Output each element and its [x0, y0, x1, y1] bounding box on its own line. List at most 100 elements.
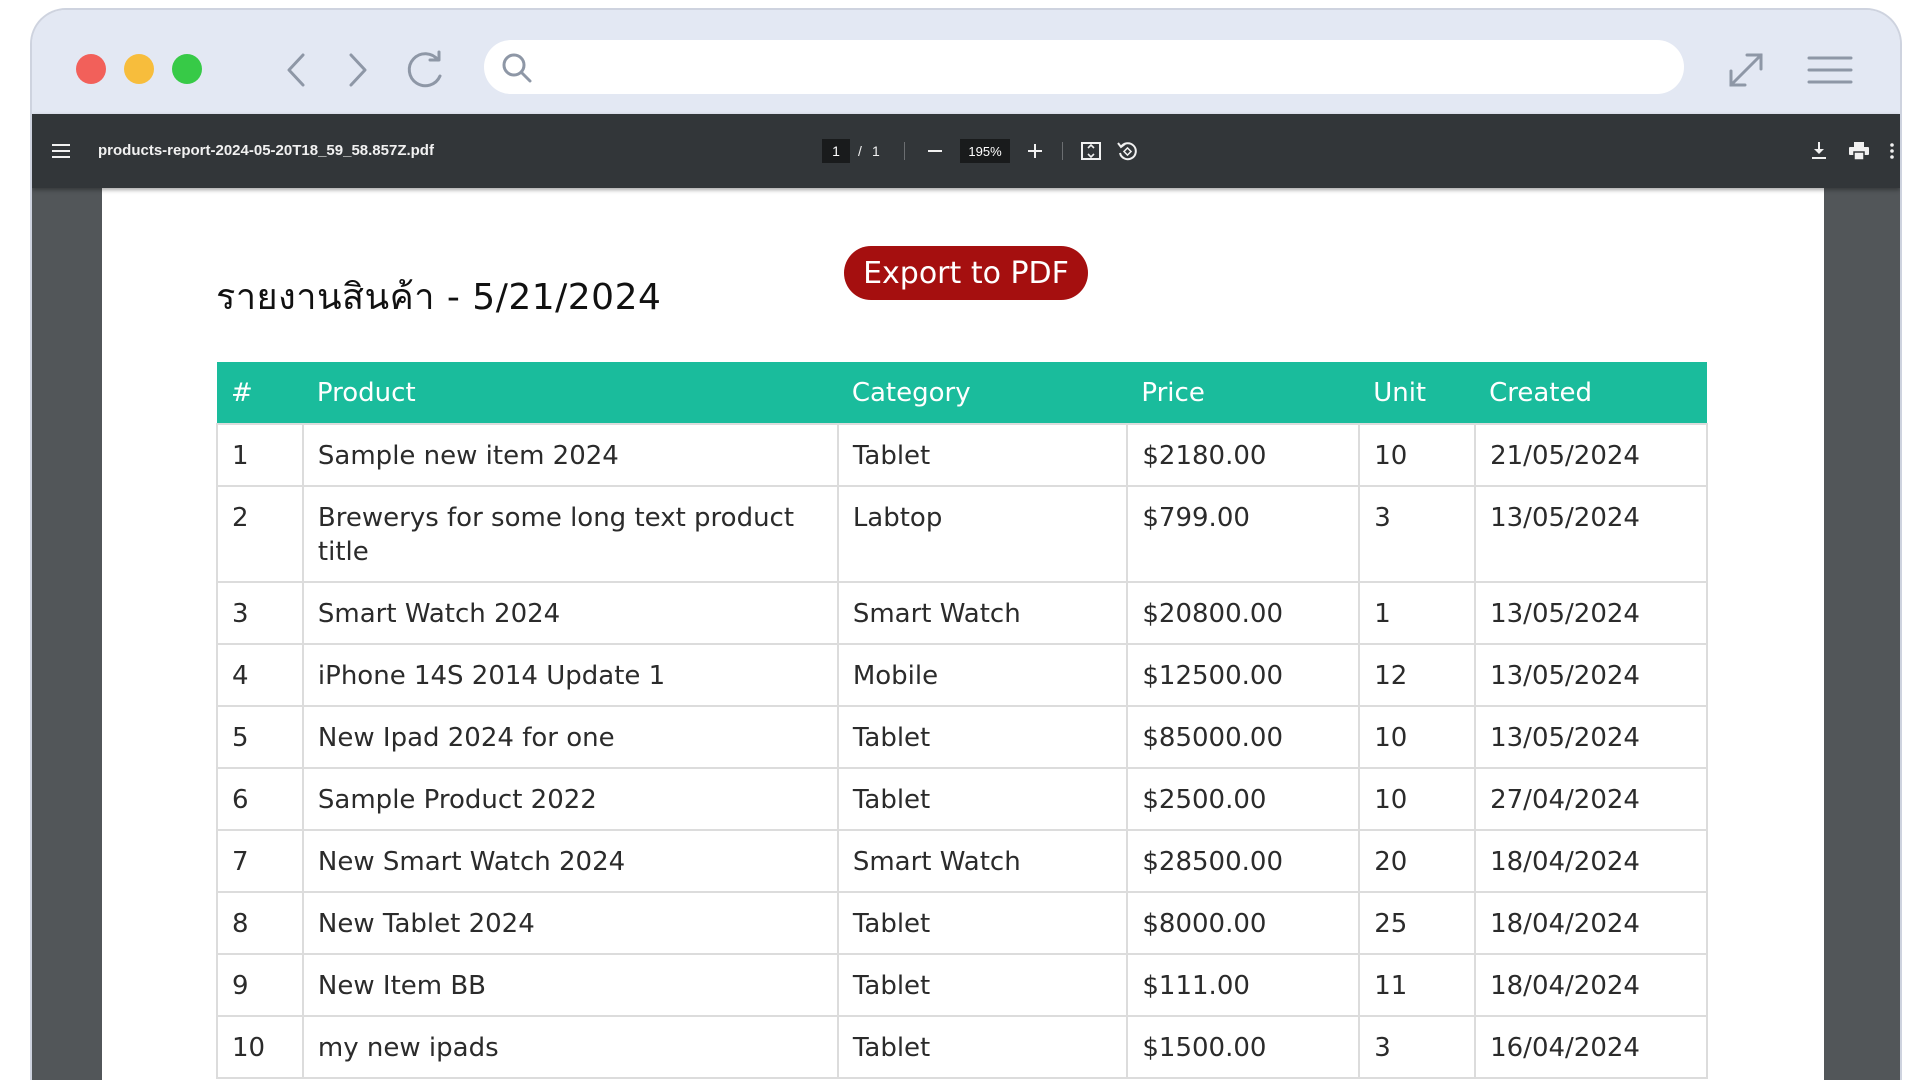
cell-price: $20800.00 — [1126, 581, 1361, 645]
toolbar-divider — [1062, 142, 1063, 160]
cell-unit: 10 — [1358, 705, 1477, 769]
cell-category: Labtop — [836, 485, 1129, 583]
cell-product: Brewerys for some long text product titl… — [301, 485, 839, 583]
cell-unit: 20 — [1358, 829, 1477, 893]
table-header-row: # Product Category Price Unit Created — [217, 362, 1707, 424]
table-row: 8 New Tablet 2024 Tablet $8000.00 25 18/… — [216, 891, 1708, 955]
rotate-icon — [1117, 142, 1137, 161]
zoom-out-button[interactable] — [922, 138, 948, 164]
pdf-viewport[interactable]: รายงานสินค้า - 5/21/2024 Export to PDF #… — [32, 188, 1900, 1080]
cell-category: Tablet — [836, 891, 1129, 955]
reload-button[interactable] — [400, 50, 452, 90]
cell-price: $85000.00 — [1126, 705, 1361, 769]
cell-unit: 11 — [1358, 953, 1477, 1017]
export-to-pdf-button[interactable]: Export to PDF — [844, 246, 1088, 300]
table-row: 9 New Item BB Tablet $111.00 11 18/04/20… — [216, 953, 1708, 1017]
pdf-viewer-toolbar: products-report-2024-05-20T18_59_58.857Z… — [32, 114, 1900, 188]
table-row: 2 Brewerys for some long text product ti… — [216, 485, 1708, 583]
cell-number: 3 — [216, 581, 304, 645]
report-title: รายงานสินค้า - 5/21/2024 — [216, 277, 662, 318]
zoom-level-input[interactable] — [960, 139, 1010, 163]
cell-category: Tablet — [836, 423, 1129, 487]
back-button[interactable] — [276, 50, 316, 90]
cell-price: $799.00 — [1126, 485, 1361, 583]
more-vertical-icon — [1890, 143, 1894, 159]
sidebar-toggle-button[interactable] — [48, 138, 74, 164]
column-header-product: Product — [302, 362, 838, 424]
more-options-button[interactable] — [1882, 138, 1900, 164]
cell-product: Sample new item 2024 — [301, 423, 839, 487]
cell-number: 8 — [216, 891, 304, 955]
cell-number: 6 — [216, 767, 304, 831]
cell-price: $28500.00 — [1126, 829, 1361, 893]
cell-category: Tablet — [836, 705, 1129, 769]
cell-category: Tablet — [836, 1015, 1129, 1079]
expand-button[interactable] — [1722, 46, 1770, 94]
cell-created: 13/05/2024 — [1474, 643, 1708, 707]
cell-unit: 12 — [1358, 643, 1477, 707]
toolbar-divider — [904, 142, 905, 160]
cell-created: 13/05/2024 — [1474, 581, 1708, 645]
download-icon — [1812, 142, 1826, 159]
table-row: 6 Sample Product 2022 Tablet $2500.00 10… — [216, 767, 1708, 831]
cell-product: iPhone 14S 2014 Update 1 — [301, 643, 839, 707]
fit-page-button[interactable] — [1078, 138, 1104, 164]
zoom-in-button[interactable] — [1022, 138, 1048, 164]
cell-product: New Smart Watch 2024 — [301, 829, 839, 893]
cell-number: 4 — [216, 643, 304, 707]
column-header-category: Category — [837, 362, 1128, 424]
cell-product: New Item BB — [301, 953, 839, 1017]
expand-icon — [1729, 53, 1763, 87]
print-icon — [1849, 142, 1869, 160]
cell-product: New Ipad 2024 for one — [301, 705, 839, 769]
cell-product: my new ipads — [301, 1015, 839, 1079]
minimize-window-button[interactable] — [124, 54, 154, 84]
page-number-input[interactable] — [822, 139, 850, 163]
chevron-left-icon — [287, 53, 305, 87]
fit-to-page-icon — [1081, 142, 1101, 160]
rotate-button[interactable] — [1114, 138, 1140, 164]
table-row: 10 my new ipads Tablet $1500.00 3 16/04/… — [216, 1015, 1708, 1079]
maximize-window-button[interactable] — [172, 54, 202, 84]
cell-price: $12500.00 — [1126, 643, 1361, 707]
address-input[interactable] — [546, 40, 1664, 94]
table-row: 3 Smart Watch 2024 Smart Watch $20800.00… — [216, 581, 1708, 645]
column-header-price: Price — [1127, 362, 1360, 424]
cell-number: 10 — [216, 1015, 304, 1079]
browser-toolbar — [32, 10, 1900, 114]
page-total: 1 — [872, 143, 880, 159]
page-separator: / — [858, 143, 862, 159]
table-row: 4 iPhone 14S 2014 Update 1 Mobile $12500… — [216, 643, 1708, 707]
table-row: 5 New Ipad 2024 for one Tablet $85000.00… — [216, 705, 1708, 769]
cell-created: 13/05/2024 — [1474, 705, 1708, 769]
table-row: 1 Sample new item 2024 Tablet $2180.00 1… — [216, 423, 1708, 487]
column-header-unit: Unit — [1359, 362, 1476, 424]
search-icon — [502, 53, 532, 83]
hamburger-menu-icon — [1807, 56, 1853, 84]
browser-window: products-report-2024-05-20T18_59_58.857Z… — [30, 8, 1902, 1080]
print-button[interactable] — [1846, 138, 1872, 164]
cell-category: Tablet — [836, 953, 1129, 1017]
close-window-button[interactable] — [76, 54, 106, 84]
cell-number: 5 — [216, 705, 304, 769]
cell-category: Smart Watch — [836, 829, 1129, 893]
cell-created: 13/05/2024 — [1474, 485, 1708, 583]
browser-menu-button[interactable] — [1804, 50, 1856, 90]
cell-created: 18/04/2024 — [1474, 829, 1708, 893]
products-table: # Product Category Price Unit Created 1 … — [216, 362, 1708, 1079]
cell-number: 9 — [216, 953, 304, 1017]
cell-unit: 3 — [1358, 1015, 1477, 1079]
cell-number: 2 — [216, 485, 304, 583]
forward-button[interactable] — [338, 50, 378, 90]
cell-category: Tablet — [836, 767, 1129, 831]
plus-icon — [1028, 144, 1042, 158]
hamburger-menu-icon — [52, 144, 70, 158]
cell-unit: 10 — [1358, 423, 1477, 487]
address-bar[interactable] — [484, 40, 1684, 94]
cell-category: Smart Watch — [836, 581, 1129, 645]
table-row: 7 New Smart Watch 2024 Smart Watch $2850… — [216, 829, 1708, 893]
cell-created: 16/04/2024 — [1474, 1015, 1708, 1079]
cell-unit: 10 — [1358, 767, 1477, 831]
cell-created: 27/04/2024 — [1474, 767, 1708, 831]
download-button[interactable] — [1806, 138, 1832, 164]
